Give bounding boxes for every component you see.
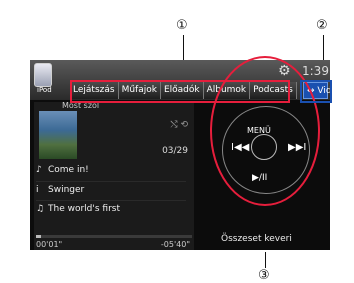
song-title: Come in! — [48, 165, 89, 175]
album-art — [39, 111, 77, 159]
track-counter: 03/29 — [162, 146, 188, 156]
center-button[interactable] — [251, 134, 277, 160]
person-icon: i — [36, 185, 39, 195]
ipod-label: iPod — [37, 86, 52, 94]
callout-1: ① — [176, 18, 188, 33]
play-pause-button[interactable]: ▶/II — [252, 173, 267, 183]
tabs-highlight — [70, 80, 290, 103]
ipod-icon — [34, 63, 52, 87]
artist-row: i Swinger — [36, 181, 186, 198]
album-name: The world's first — [48, 204, 120, 214]
disc-icon: ♫ — [36, 204, 45, 214]
callout-line-3 — [265, 252, 266, 268]
clock: 1:39 — [302, 64, 329, 78]
now-playing-panel: Most szól ⤭ ⟲ 03/29 ♪ Come in! i Swinger ♫… — [34, 101, 194, 250]
callout-2: ② — [316, 18, 328, 33]
progress-fill — [36, 235, 41, 238]
remaining-time: -05'40" — [160, 240, 190, 249]
music-note-icon: ♪ — [36, 165, 42, 175]
next-button[interactable]: ▶▶I — [288, 142, 306, 153]
artist-name: Swinger — [48, 185, 85, 195]
previous-button[interactable]: I◀◀ — [231, 142, 249, 153]
video-highlight — [300, 80, 332, 103]
shuffle-all-button[interactable]: Összeset keveri — [221, 234, 292, 244]
song-row: ♪ Come in! — [36, 162, 186, 178]
shuffle-repeat-icon[interactable]: ⤭ ⟲ — [170, 120, 188, 130]
elapsed-time: 00'01" — [36, 240, 63, 249]
album-row: ♫ The world's first — [36, 200, 186, 217]
callout-3: ③ — [258, 268, 270, 283]
progress-bar[interactable] — [36, 235, 192, 238]
